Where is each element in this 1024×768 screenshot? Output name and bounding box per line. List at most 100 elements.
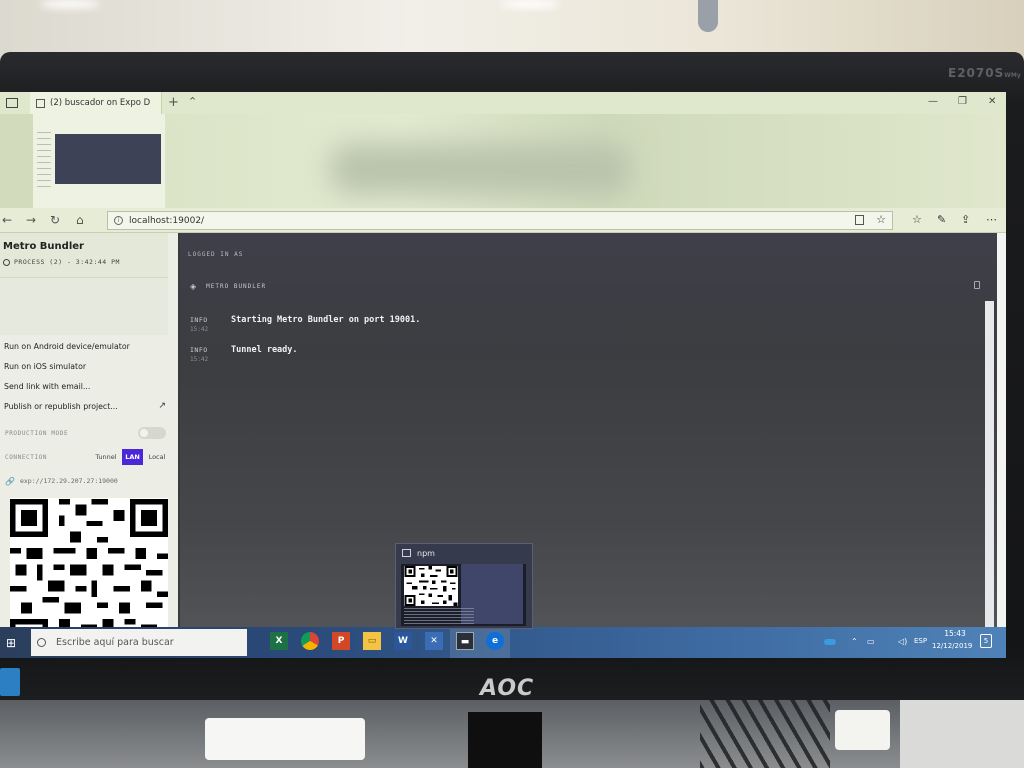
log-level: INFO [190, 316, 208, 324]
search-placeholder: Escribe aquí para buscar [56, 637, 174, 648]
tab-preview-edge [0, 114, 33, 208]
excel-icon[interactable]: X [270, 632, 288, 650]
xmind-icon[interactable]: ✕ [425, 632, 443, 650]
power-outlet [835, 710, 890, 750]
tab-preview-thumbnail[interactable] [33, 114, 165, 208]
edge-icon[interactable]: e [486, 632, 504, 650]
chevron-up-icon[interactable]: ⌃ [188, 95, 197, 108]
sidebar-empty-panel [0, 277, 168, 335]
connection-label: CONNECTION [5, 453, 48, 461]
back-icon[interactable]: ← [2, 213, 12, 227]
taskbar-preview-popup[interactable]: npm [395, 543, 533, 629]
sidebar-header[interactable]: Metro Bundler PROCESS (2) - 3:42:44 PM [0, 233, 168, 277]
terminal-icon [402, 549, 411, 557]
connection-local-option[interactable]: Local [145, 449, 169, 465]
clear-logs-icon[interactable] [974, 281, 980, 289]
thumbnail-content [55, 134, 161, 184]
energy-sticker [0, 668, 20, 696]
tray-overflow-icon[interactable]: ⌃ [851, 637, 858, 646]
run-android-link[interactable]: Run on Android device/emulator [0, 337, 174, 357]
browser-tab-expo[interactable]: (2) buscador on Expo D [30, 92, 162, 114]
share-icon[interactable]: ⇪ [961, 213, 970, 226]
preview-thumbnail[interactable] [401, 564, 526, 626]
minimize-icon[interactable]: — [928, 96, 938, 107]
log-message: Tunnel ready. [231, 345, 298, 355]
wall-background [0, 0, 1024, 60]
clock-date[interactable]: 12/12/2019 [932, 642, 972, 650]
log-level: INFO [190, 346, 208, 354]
network-icon[interactable]: ▭ [867, 637, 875, 646]
send-link-email[interactable]: Send link with email... [0, 377, 174, 397]
monitor-brand-logo: AOC [480, 676, 535, 701]
monitor-stand [468, 712, 542, 768]
file-explorer-icon[interactable]: ▭ [363, 632, 381, 650]
chrome-icon[interactable] [301, 632, 319, 650]
production-mode-label: PRODUCTION MODE [5, 429, 69, 437]
star-icon[interactable]: ☆ [876, 213, 886, 226]
home-icon[interactable]: ⌂ [76, 213, 84, 227]
forward-icon[interactable]: → [26, 213, 36, 227]
connection-tunnel-option[interactable]: Tunnel [92, 449, 120, 465]
log-message: Starting Metro Bundler on port 19001. [231, 315, 421, 325]
pen-icon[interactable]: ✎ [937, 213, 946, 226]
production-mode-toggle[interactable] [138, 427, 166, 439]
page-scrollbar[interactable] [997, 233, 1006, 658]
language-indicator[interactable]: ESP [914, 637, 927, 645]
notifications-icon[interactable]: 5 [980, 634, 992, 648]
refresh-icon[interactable]: ↻ [50, 213, 60, 227]
npm-terminal-icon[interactable]: ▬ [456, 632, 474, 650]
url-input[interactable]: i localhost:19002/ ☆ [107, 211, 893, 230]
exp-url-row: 🔗 exp://172.29.207.27:19000 [0, 471, 174, 491]
connection-lan-option[interactable]: LAN [122, 449, 143, 465]
expo-sidebar: Metro Bundler PROCESS (2) - 3:42:44 PM R… [0, 233, 178, 658]
page-icon [36, 98, 45, 108]
sidebar-menu: Run on Android device/emulator Run on iO… [0, 337, 174, 417]
preview-title: npm [417, 549, 435, 558]
run-ios-link[interactable]: Run on iOS simulator [0, 357, 174, 377]
power-strip [900, 700, 1024, 768]
logged-in-label: LOGGED IN AS [188, 251, 244, 258]
word-icon[interactable]: W [394, 632, 412, 650]
log-time: 15:42 [190, 356, 209, 363]
monitor-screen: (2) buscador on Expo D + ⌃ — ❐ ✕ ← → ↻ ⌂… [0, 92, 1006, 658]
sidebar-title: Metro Bundler [3, 241, 84, 252]
close-icon[interactable]: ✕ [988, 96, 996, 107]
url-text: localhost:19002/ [129, 215, 205, 226]
preview-qr-code [404, 566, 458, 606]
powerpoint-icon[interactable]: P [332, 632, 350, 650]
paper-sheet [205, 718, 365, 760]
windows-taskbar: ⊞ Escribe aquí para buscar X P ▭ W ✕ ▬ e… [0, 627, 1006, 658]
new-tab-icon[interactable]: + [168, 95, 179, 110]
ceiling-light [500, 0, 560, 8]
reading-view-icon[interactable] [855, 215, 864, 225]
monitor-model-label: E2070SWMy [948, 66, 1021, 80]
connection-row: CONNECTION Tunnel LAN Local [0, 447, 174, 467]
thumbnail-sidebar [37, 132, 51, 192]
clock-time[interactable]: 15:43 [940, 629, 970, 638]
tab-actions-icon[interactable] [6, 98, 18, 108]
windows-start-icon[interactable]: ⊞ [6, 636, 16, 650]
exp-url[interactable]: exp://172.29.207.27:19000 [20, 477, 118, 485]
log-time: 15:42 [190, 326, 209, 333]
metro-bundler-title: METRO BUNDLER [206, 282, 267, 290]
publish-project-link[interactable]: Publish or republish project... ↗ [0, 397, 174, 417]
onedrive-icon[interactable] [824, 639, 836, 645]
cables [700, 700, 830, 768]
metro-bundler-header: ◈ METRO BUNDLER [180, 271, 992, 301]
layers-icon: ◈ [190, 281, 197, 291]
link-icon: 🔗 [5, 476, 15, 486]
console-scrollbar[interactable] [985, 301, 994, 627]
address-bar: ← → ↻ ⌂ i localhost:19002/ ☆ ☆ ✎ ⇪ ⋯ [0, 208, 1006, 233]
external-link-icon: ↗ [158, 401, 166, 411]
taskbar-search-input[interactable]: Escribe aquí para buscar [31, 629, 247, 656]
volume-icon[interactable]: ◁) [898, 637, 907, 646]
blurred-region [330, 144, 630, 194]
process-status: PROCESS (2) - 3:42:44 PM [3, 258, 120, 266]
info-icon[interactable]: i [114, 216, 123, 225]
ceiling-light [40, 0, 100, 8]
favorites-icon[interactable]: ☆ [912, 213, 922, 226]
metro-console: LOGGED IN AS ◈ METRO BUNDLER INFO 15:42 … [180, 233, 997, 658]
production-mode-row: PRODUCTION MODE [0, 423, 174, 443]
maximize-icon[interactable]: ❐ [958, 96, 967, 107]
more-icon[interactable]: ⋯ [986, 213, 997, 226]
